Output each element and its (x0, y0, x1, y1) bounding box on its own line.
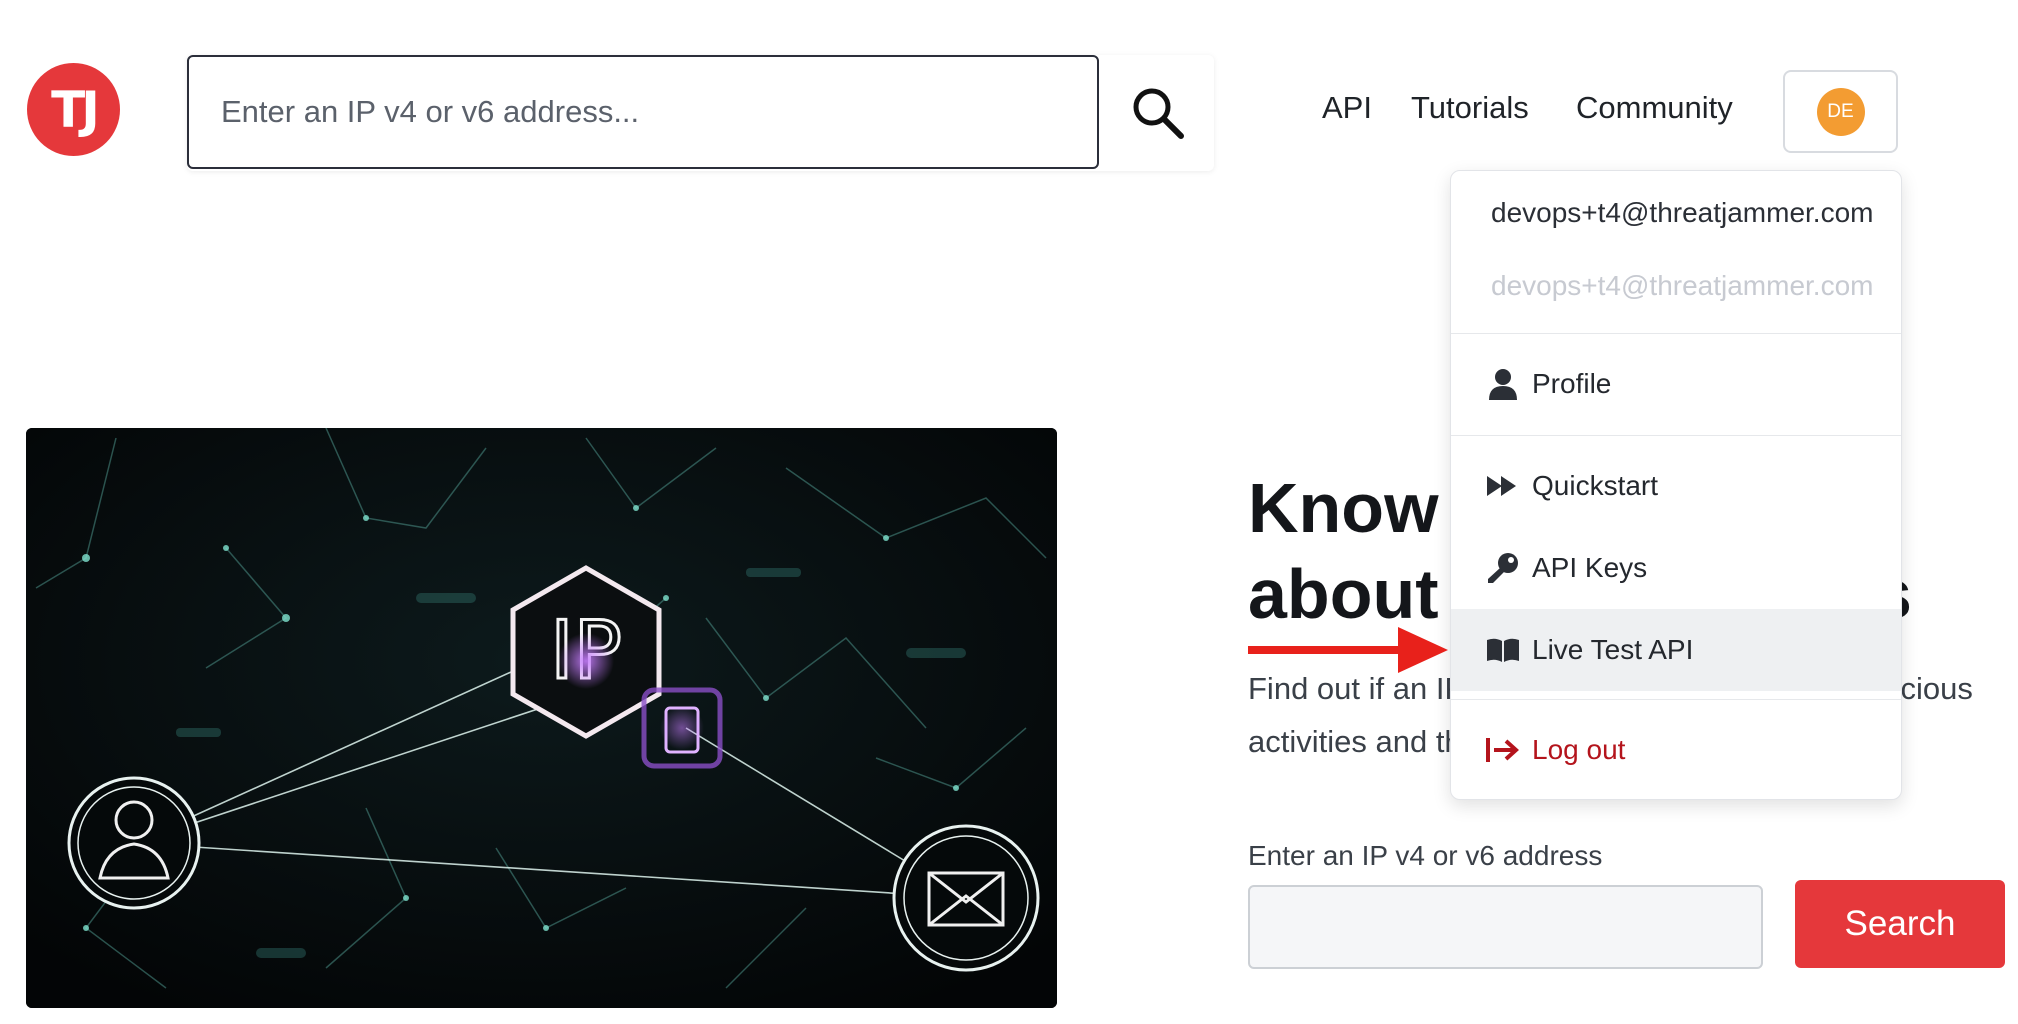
menu-item-api-keys[interactable]: API Keys (1451, 527, 1901, 609)
menu-item-label: API Keys (1532, 552, 1648, 583)
nav-community[interactable]: Community (1576, 90, 1733, 126)
header-search-button[interactable] (1101, 55, 1214, 171)
avatar: DE (1816, 87, 1865, 136)
user-email: devops+t4@threatjammer.com (1491, 197, 1874, 228)
search-icon (1133, 88, 1184, 139)
search-button[interactable]: Search (1795, 880, 2005, 968)
avatar-initials: DE (1827, 100, 1854, 122)
menu-divider (1451, 435, 1901, 436)
user-dropdown-menu: devops+t4@threatjammer.com devops+t4@thr… (1450, 170, 1902, 800)
header-search-input[interactable] (187, 55, 1099, 169)
logout-icon (1486, 733, 1520, 767)
menu-divider (1451, 333, 1901, 334)
header-search (187, 55, 1214, 171)
annotation-arrow-icon (1248, 627, 1448, 673)
nav-tutorials[interactable]: Tutorials (1411, 90, 1529, 126)
nav-api[interactable]: API (1322, 90, 1372, 126)
hero-image: IP (26, 428, 1057, 1008)
menu-item-label: Profile (1532, 368, 1612, 399)
user-menu-button[interactable]: DE (1783, 70, 1898, 153)
user-email-secondary: devops+t4@threatjammer.com (1491, 270, 1874, 301)
ip-address-input[interactable] (1248, 885, 1763, 969)
network-illustration: IP (26, 428, 1057, 1008)
menu-item-quickstart[interactable]: Quickstart (1451, 445, 1901, 527)
menu-item-label: Live Test API (1532, 634, 1694, 665)
user-icon (1486, 367, 1520, 401)
menu-item-live-test-api[interactable]: Live Test API (1451, 609, 1901, 691)
menu-item-logout[interactable]: Log out (1451, 709, 1901, 791)
menu-item-profile[interactable]: Profile (1451, 343, 1901, 425)
fast-forward-icon (1486, 469, 1520, 503)
ip-input-label: Enter an IP v4 or v6 address (1248, 840, 1603, 871)
key-icon (1486, 551, 1520, 585)
logo-text: TJ (51, 80, 100, 139)
menu-divider (1451, 699, 1901, 700)
book-icon (1486, 633, 1520, 667)
menu-item-label: Quickstart (1532, 470, 1659, 501)
brand-logo[interactable]: TJ (27, 63, 120, 156)
menu-item-label: Log out (1532, 734, 1626, 765)
